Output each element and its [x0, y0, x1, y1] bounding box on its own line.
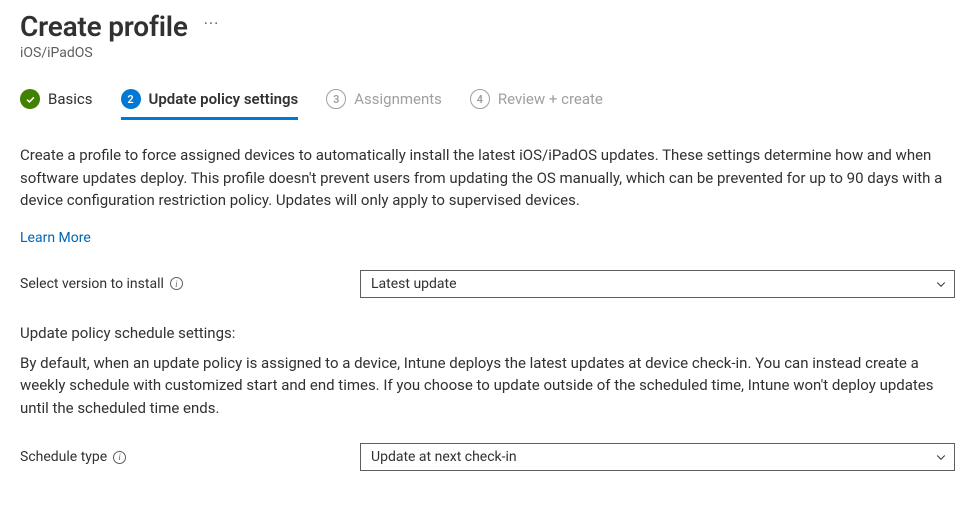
page-title: Create profile — [20, 10, 188, 43]
select-version-label: Select version to install — [20, 276, 164, 292]
tab-review-create[interactable]: 4 Review + create — [470, 89, 603, 120]
schedule-settings-description: By default, when an update policy is ass… — [20, 352, 955, 420]
tab-label: Update policy settings — [149, 90, 299, 108]
more-actions-icon[interactable]: ··· — [204, 14, 220, 39]
page-subtitle: iOS/iPadOS — [20, 45, 955, 61]
schedule-type-label: Schedule type — [20, 449, 107, 465]
tab-label: Assignments — [354, 90, 442, 108]
step-number-icon: 3 — [326, 89, 346, 109]
learn-more-link[interactable]: Learn More — [20, 230, 91, 246]
info-icon[interactable]: i — [113, 451, 126, 464]
tab-label: Basics — [48, 90, 93, 108]
wizard-tabs: Basics 2 Update policy settings 3 Assign… — [20, 89, 955, 120]
checkmark-icon — [20, 89, 40, 109]
step-number-icon: 4 — [470, 89, 490, 109]
step-number-icon: 2 — [121, 89, 141, 109]
description-text: Create a profile to force assigned devic… — [20, 144, 955, 212]
schedule-type-dropdown[interactable]: Update at next check-in — [360, 443, 955, 471]
tab-assignments[interactable]: 3 Assignments — [326, 89, 442, 120]
tab-label: Review + create — [498, 90, 603, 108]
select-version-dropdown[interactable]: Latest update — [360, 270, 955, 298]
schedule-type-value: Update at next check-in — [371, 449, 517, 465]
info-icon[interactable]: i — [170, 277, 183, 290]
tab-update-policy-settings[interactable]: 2 Update policy settings — [121, 89, 299, 120]
select-version-value: Latest update — [371, 276, 457, 292]
schedule-settings-title: Update policy schedule settings: — [20, 324, 955, 342]
tab-basics[interactable]: Basics — [20, 89, 93, 120]
